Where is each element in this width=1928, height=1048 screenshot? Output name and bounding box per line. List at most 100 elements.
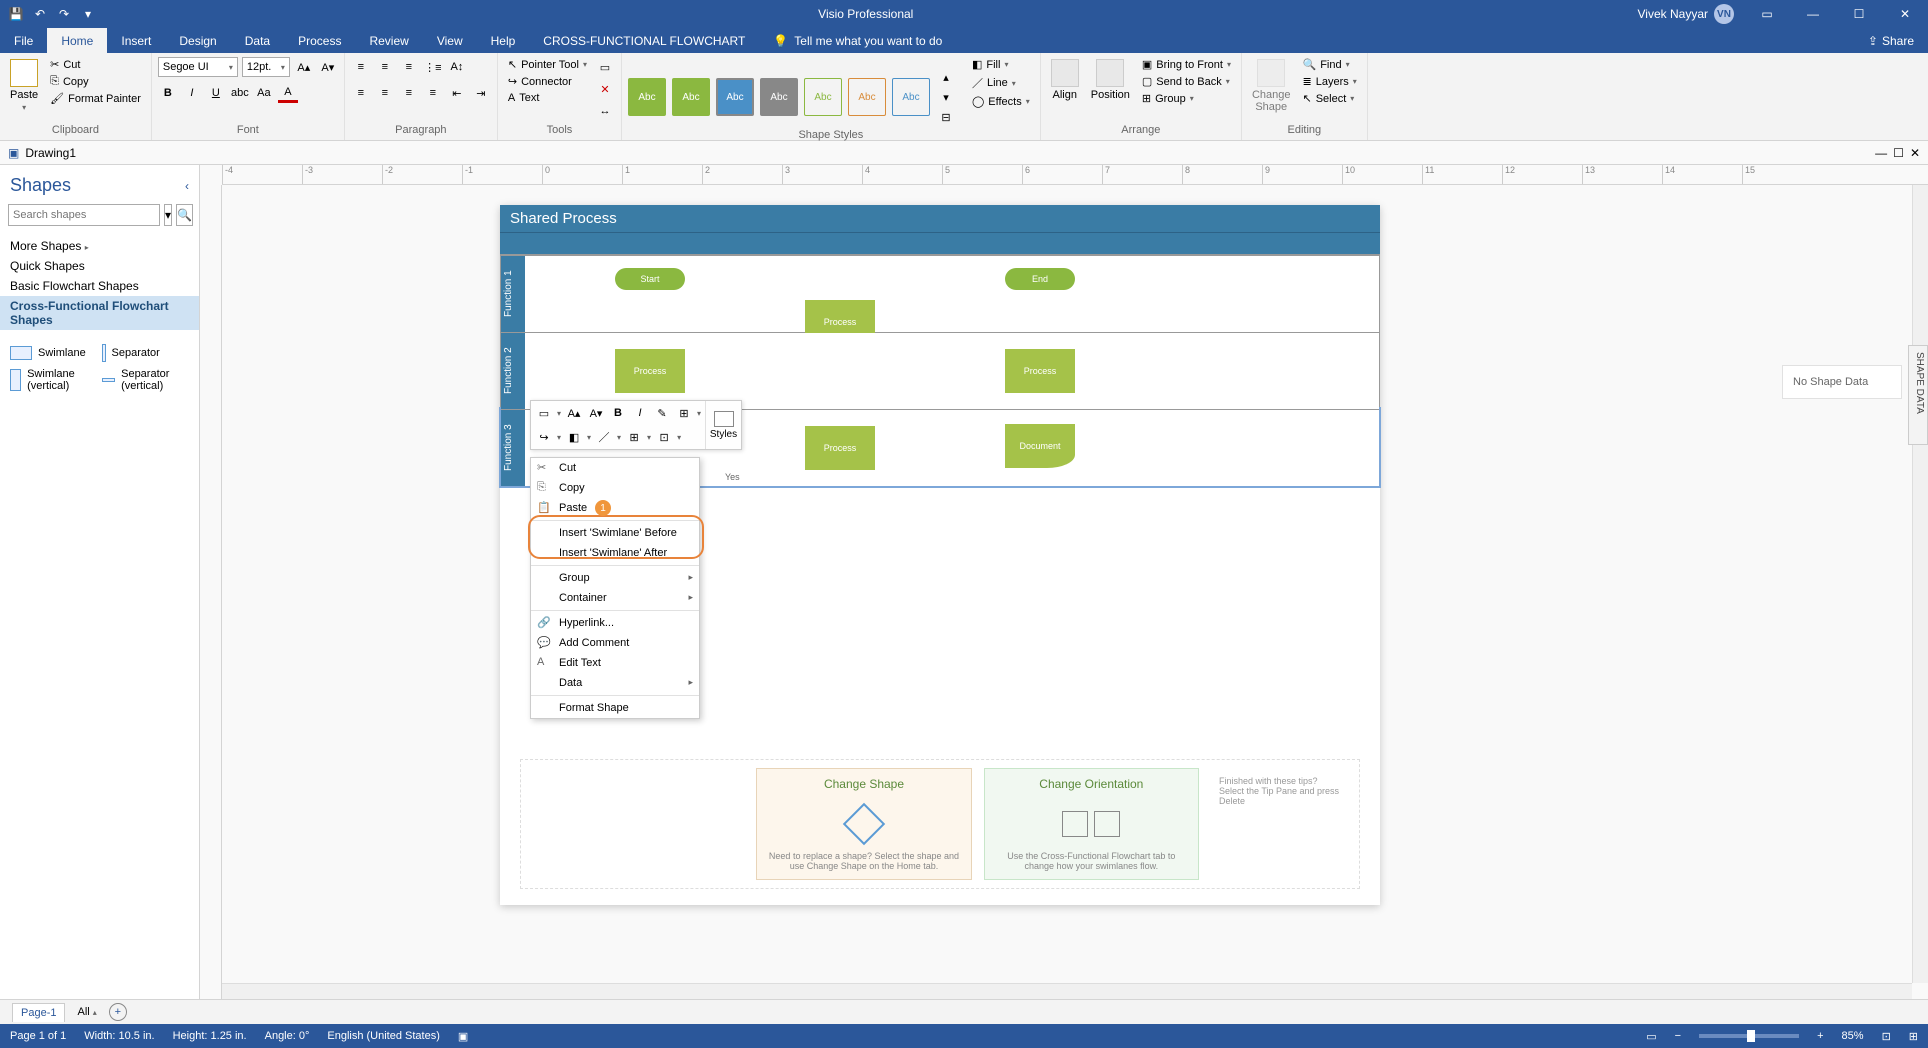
qat-dropdown-icon[interactable]: ▾ [80, 6, 96, 22]
stencil-swimlane[interactable]: Swimlane [10, 344, 98, 362]
mini-group-icon[interactable]: ⊡ [655, 428, 673, 446]
find-button[interactable]: 🔍Find▾ [1299, 57, 1361, 72]
end-shape[interactable]: End [1005, 268, 1075, 290]
increase-font-icon[interactable]: A▴ [294, 57, 314, 77]
bold-button[interactable]: B [158, 83, 178, 103]
zoom-in-icon[interactable]: + [1817, 1030, 1823, 1042]
cut-button[interactable]: ✂Cut [46, 57, 145, 72]
presentation-mode-icon[interactable]: ▭ [1646, 1030, 1656, 1043]
paste-button[interactable]: Paste ▾ [6, 57, 42, 114]
fit-page-icon[interactable]: ⊡ [1882, 1030, 1891, 1043]
search-dropdown-icon[interactable]: ▾ [164, 204, 172, 226]
bring-to-front-button[interactable]: ▣Bring to Front▾ [1138, 57, 1235, 72]
cm-insert-before[interactable]: Insert 'Swimlane' Before [531, 523, 699, 543]
stencil-separator-v[interactable]: Separator (vertical) [102, 368, 190, 392]
close-tool-icon[interactable]: ✕ [595, 79, 615, 99]
process-shape-2[interactable]: Process [615, 349, 685, 393]
all-pages-button[interactable]: All ▴ [77, 1006, 96, 1018]
copy-button[interactable]: ⎘Copy [46, 74, 145, 89]
tab-process[interactable]: Process [284, 28, 355, 53]
position-button[interactable]: Position [1087, 57, 1134, 103]
mini-italic-button[interactable]: I [631, 404, 649, 422]
font-size-select[interactable]: 12pt.▾ [242, 57, 290, 77]
mini-style-icon[interactable]: ▭ [535, 404, 553, 422]
align-left-icon[interactable]: ≡ [351, 83, 371, 103]
tab-help[interactable]: Help [477, 28, 530, 53]
tip-change-shape[interactable]: Change Shape Need to replace a shape? Se… [756, 768, 971, 880]
tab-data[interactable]: Data [231, 28, 284, 53]
cm-hyperlink[interactable]: 🔗Hyperlink... [531, 613, 699, 633]
cm-cut[interactable]: ✂Cut [531, 458, 699, 478]
pointer-tool-button[interactable]: ↖Pointer Tool▾ [504, 57, 591, 72]
send-to-back-button[interactable]: ▢Send to Back▾ [1138, 74, 1235, 89]
style-swatch-4[interactable]: Abc [760, 78, 798, 116]
lane-2-label[interactable]: Function 2 [501, 333, 525, 409]
start-shape[interactable]: Start [615, 268, 685, 290]
mini-font-grow-icon[interactable]: A▴ [565, 404, 583, 422]
font-name-select[interactable]: Segoe UI▾ [158, 57, 238, 77]
strike-button[interactable]: abc [230, 83, 250, 103]
doc-minimize-icon[interactable]: — [1875, 146, 1887, 160]
change-shape-button[interactable]: Change Shape [1248, 57, 1295, 115]
swimlane-title[interactable]: Shared Process [500, 205, 1380, 232]
fill-button[interactable]: ◧Fill▾ [968, 57, 1034, 72]
text-direction-icon[interactable]: A↕ [447, 57, 467, 77]
tab-design[interactable]: Design [165, 28, 230, 53]
group-button[interactable]: ⊞Group▾ [1138, 91, 1235, 106]
font-color-button[interactable]: A [278, 83, 298, 103]
shape-data-tab[interactable]: SHAPE DATA [1908, 345, 1928, 445]
mini-connector-icon[interactable]: ↪ [535, 428, 553, 446]
style-swatch-6[interactable]: Abc [848, 78, 886, 116]
search-icon[interactable]: 🔍 [176, 204, 193, 226]
cff-shapes-item[interactable]: Cross-Functional Flowchart Shapes [0, 296, 199, 330]
align-bottom-icon[interactable]: ≡ [399, 57, 419, 77]
close-icon[interactable]: ✕ [1882, 0, 1928, 28]
cm-edit-text[interactable]: AEdit Text [531, 653, 699, 673]
tab-review[interactable]: Review [355, 28, 422, 53]
lane-1[interactable]: Function 1 Start Process End [501, 255, 1379, 332]
tip-change-orientation[interactable]: Change Orientation Use the Cross-Functio… [984, 768, 1199, 880]
line-button[interactable]: ／Line▾ [968, 74, 1034, 92]
cm-paste[interactable]: 📋Paste [531, 498, 699, 518]
mini-styles-button[interactable]: Styles [705, 401, 741, 449]
mini-bold-button[interactable]: B [609, 404, 627, 422]
outdent-icon[interactable]: ⇤ [447, 83, 467, 103]
style-swatch-5[interactable]: Abc [804, 78, 842, 116]
tell-me[interactable]: 💡 Tell me what you want to do [759, 28, 956, 53]
cm-format-shape[interactable]: Format Shape [531, 698, 699, 718]
ribbon-display-icon[interactable]: ▭ [1744, 0, 1790, 28]
vertical-scrollbar[interactable] [1912, 185, 1928, 983]
style-swatch-3[interactable]: Abc [716, 78, 754, 116]
process-shape-4[interactable]: Process [805, 426, 875, 470]
redo-icon[interactable]: ↷ [56, 6, 72, 22]
doc-maximize-icon[interactable]: ☐ [1893, 146, 1904, 160]
document-shape[interactable]: Document [1005, 424, 1075, 468]
decrease-font-icon[interactable]: A▾ [318, 57, 338, 77]
cm-add-comment[interactable]: 💬Add Comment [531, 633, 699, 653]
status-language[interactable]: English (United States) [327, 1030, 440, 1042]
pan-zoom-icon[interactable]: ⊞ [1909, 1030, 1918, 1043]
add-page-button[interactable]: + [109, 1003, 127, 1021]
mini-font-shrink-icon[interactable]: A▾ [587, 404, 605, 422]
gallery-up-icon[interactable]: ▴ [936, 67, 956, 87]
mini-arrange-icon[interactable]: ⊞ [625, 428, 643, 446]
canvas[interactable]: -4-3-2-10123456789101112131415 Shared Pr… [200, 165, 1928, 999]
italic-button[interactable]: I [182, 83, 202, 103]
search-shapes-input[interactable] [8, 204, 160, 226]
mini-align-icon[interactable]: ⊞ [675, 404, 693, 422]
process-shape-3[interactable]: Process [1005, 349, 1075, 393]
doc-close-icon[interactable]: ✕ [1910, 146, 1920, 160]
tab-insert[interactable]: Insert [107, 28, 165, 53]
gallery-more-icon[interactable]: ⊟ [936, 107, 956, 127]
zoom-out-icon[interactable]: − [1675, 1030, 1681, 1042]
effects-button[interactable]: ◯Effects▾ [968, 94, 1034, 109]
gallery-down-icon[interactable]: ▾ [936, 87, 956, 107]
justify-icon[interactable]: ≡ [423, 83, 443, 103]
cm-copy[interactable]: ⎘Copy [531, 478, 699, 498]
more-shapes-item[interactable]: More Shapes ▸ [0, 236, 199, 256]
lane-2[interactable]: Function 2 Process Process [501, 332, 1379, 409]
lane-1-label[interactable]: Function 1 [501, 256, 525, 332]
format-painter-button[interactable]: 🖌Format Painter [46, 91, 145, 106]
cm-group[interactable]: Group▸ [531, 568, 699, 588]
macro-record-icon[interactable]: ▣ [458, 1030, 468, 1043]
